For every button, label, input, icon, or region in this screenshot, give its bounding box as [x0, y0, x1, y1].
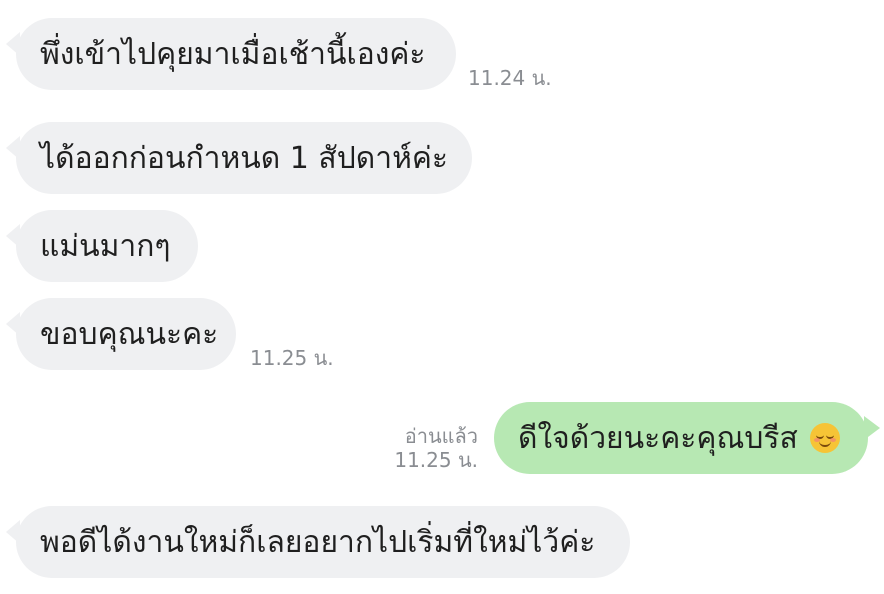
read-label: อ่านแล้ว — [404, 424, 478, 448]
message-timestamp: 11.25 น. — [394, 448, 478, 472]
incoming-message[interactable]: แม่นมากๆ — [6, 210, 198, 282]
message-text: ได้ออกก่อนกำหนด 1 สัปดาห์ค่ะ — [40, 140, 449, 176]
read-receipt: อ่านแล้ว 11.25 น. — [380, 424, 478, 472]
outgoing-bubble-tail — [864, 416, 880, 440]
incoming-message[interactable]: พึ่งเข้าไปคุยมาเมื่อเช้านี้เองค่ะ — [6, 18, 456, 90]
smiling-face-emoji-icon — [809, 423, 840, 453]
incoming-message[interactable]: พอดีได้งานใหม่ก็เลยอยากไปเริ่มที่ใหม่ไว้… — [6, 506, 630, 578]
incoming-bubble-tail — [6, 224, 20, 248]
message-timestamp: 11.24 น. — [468, 66, 552, 90]
incoming-bubble-tail — [6, 520, 20, 544]
incoming-message[interactable]: ขอบคุณนะคะ — [6, 298, 236, 370]
message-timestamp: 11.25 น. — [250, 346, 334, 370]
incoming-message[interactable]: ได้ออกก่อนกำหนด 1 สัปดาห์ค่ะ — [6, 122, 472, 194]
message-text: ขอบคุณนะคะ — [40, 316, 219, 352]
message-text: พอดีได้งานใหม่ก็เลยอยากไปเริ่มที่ใหม่ไว้… — [40, 524, 596, 560]
incoming-bubble-tail — [6, 136, 20, 160]
message-text: พึ่งเข้าไปคุยมาเมื่อเช้านี้เองค่ะ — [40, 36, 426, 72]
incoming-bubble-tail — [6, 32, 20, 56]
incoming-bubble-tail — [6, 312, 20, 336]
emoji-mouth-icon — [818, 439, 831, 447]
message-text: ดีใจด้วยนะคะคุณบรีส — [518, 420, 798, 456]
message-text: แม่นมากๆ — [40, 228, 171, 264]
outgoing-message[interactable]: ดีใจด้วยนะคะคุณบรีส — [494, 402, 880, 474]
